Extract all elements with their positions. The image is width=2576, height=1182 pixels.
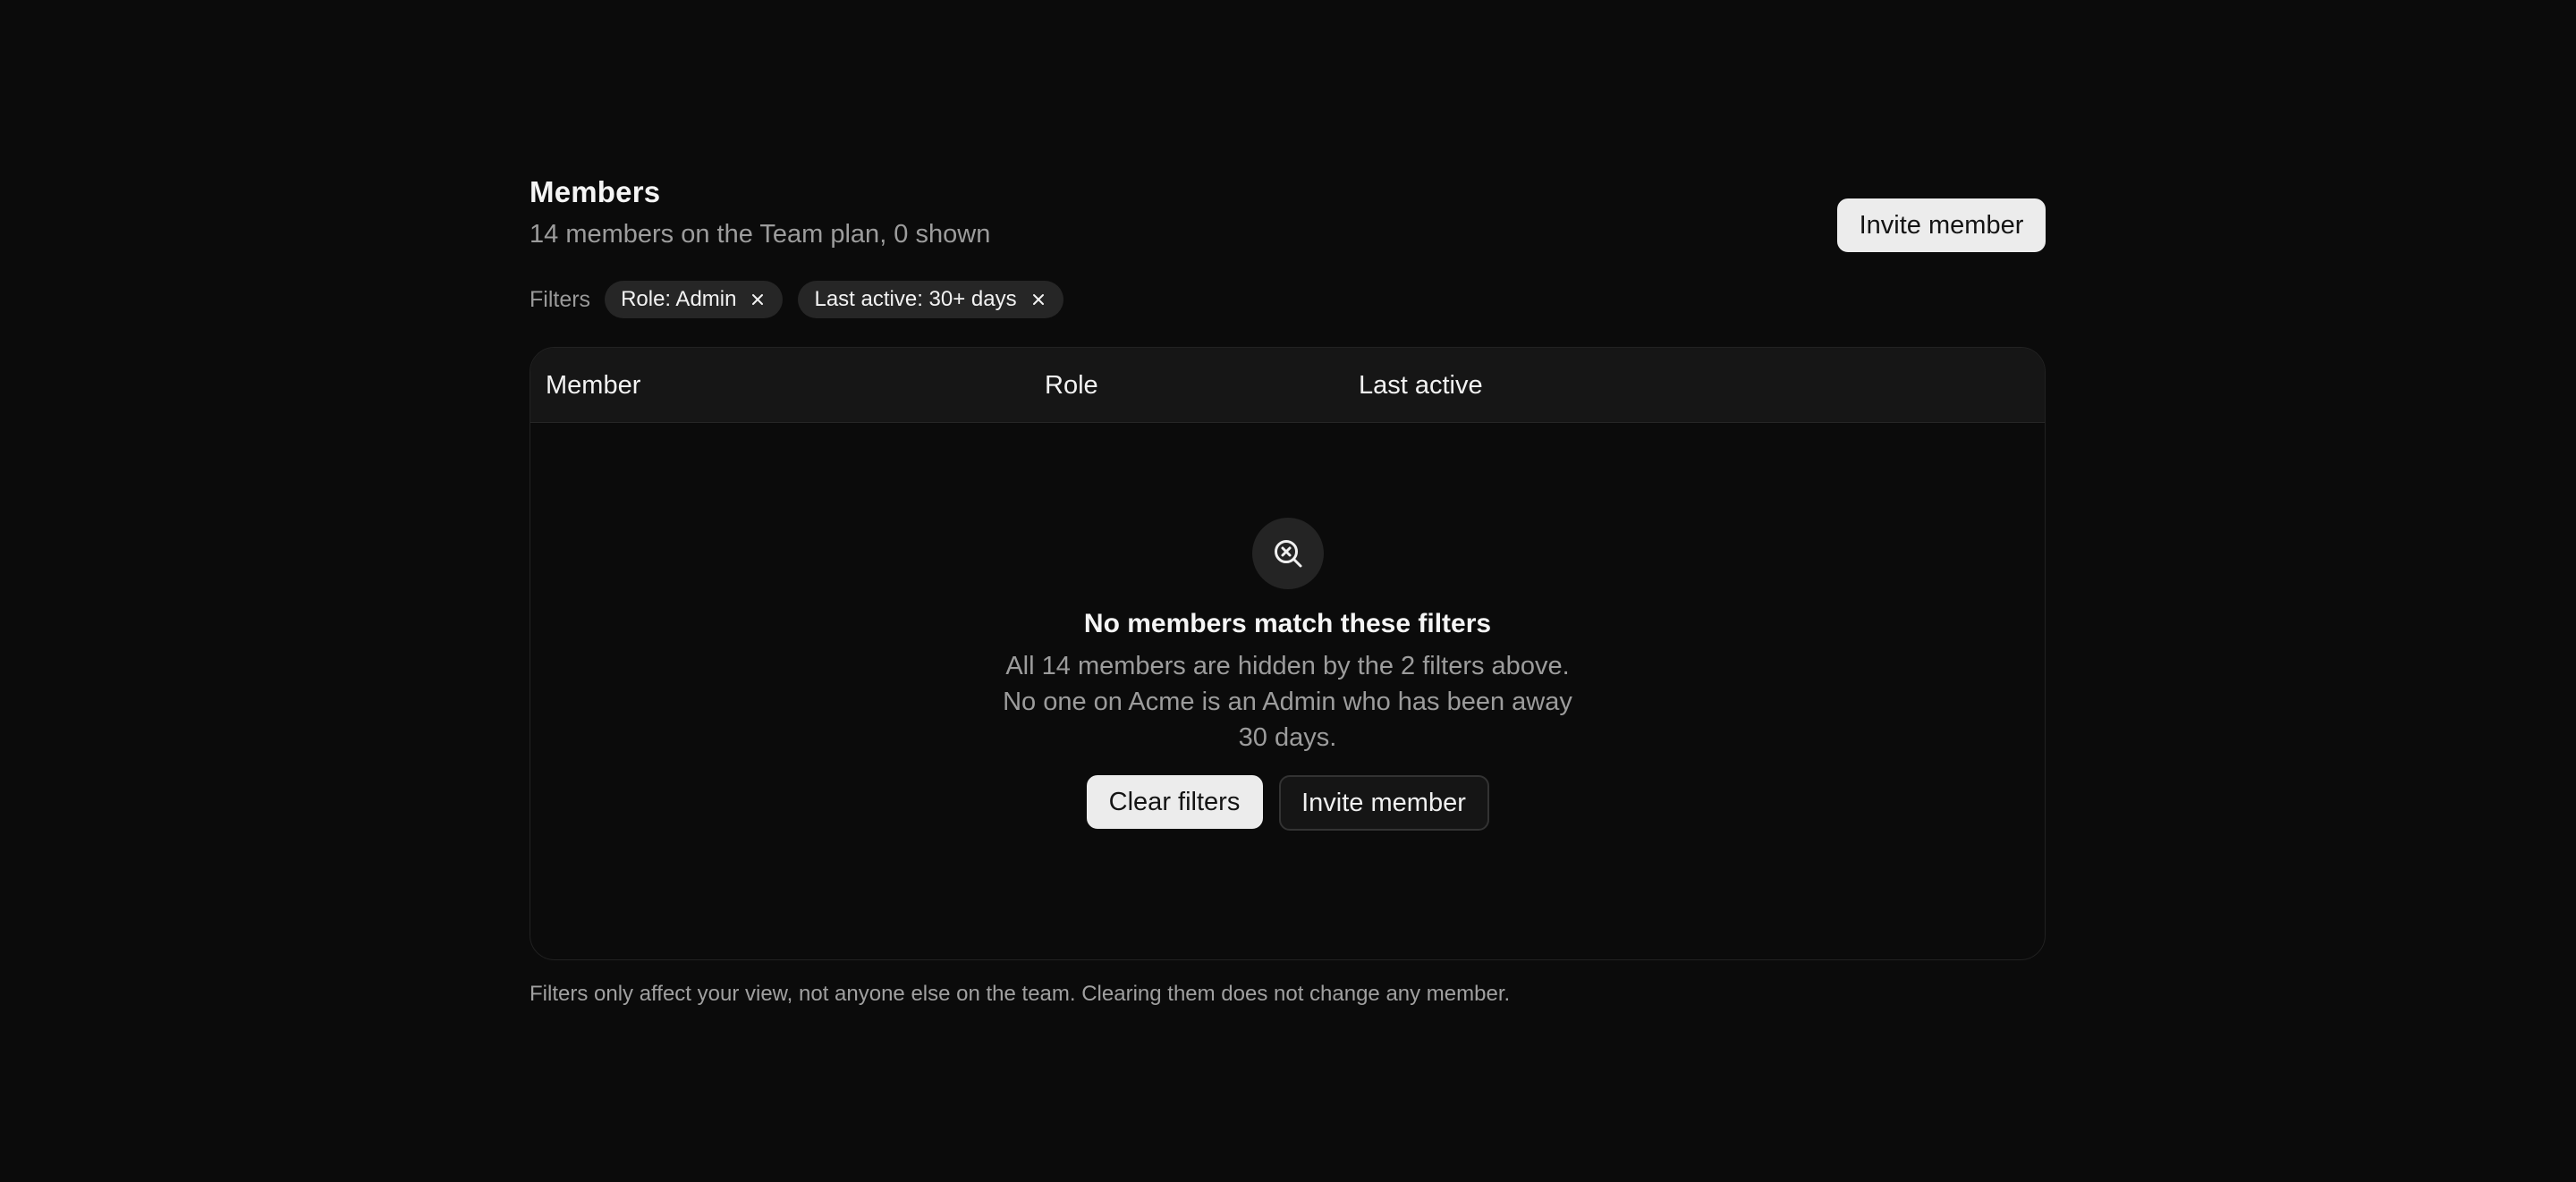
empty-state-actions: Clear filters Invite member (1086, 775, 1489, 831)
filter-chip-label: Role: Admin (621, 287, 737, 311)
filters-label: Filters (530, 286, 591, 312)
page-title: Members (530, 175, 661, 208)
filter-chip-label: Last active: 30+ days (814, 287, 1017, 311)
empty-state: No members match these filters All 14 me… (530, 518, 2045, 831)
filters-bar: Filters Role: Admin Last active: 30+ day… (530, 281, 1079, 318)
table-header: Member Role Last active (530, 348, 2045, 423)
clear-filters-button[interactable]: Clear filters (1086, 775, 1263, 829)
members-page: Members 14 members on the Team plan, 0 s… (530, 175, 2046, 1006)
empty-state-description: All 14 members are hidden by the 2 filte… (1003, 652, 1572, 752)
filter-chip-role[interactable]: Role: Admin (605, 281, 784, 318)
invite-member-secondary-button[interactable]: Invite member (1278, 775, 1489, 831)
members-table: Member Role Last active No members match… (530, 347, 2046, 960)
column-header-member[interactable]: Member (546, 348, 640, 423)
filters-footnote: Filters only affect your view, not anyon… (530, 982, 1511, 1006)
search-x-icon (1251, 518, 1324, 589)
filter-chip-last-active[interactable]: Last active: 30+ days (798, 281, 1063, 318)
invite-member-button[interactable]: Invite member (1837, 198, 2046, 252)
members-count-subtitle: 14 members on the Team plan, 0 shown (530, 220, 991, 249)
close-icon[interactable] (749, 291, 767, 308)
empty-state-title: No members match these filters (1083, 609, 1492, 638)
close-icon[interactable] (1030, 291, 1047, 308)
column-header-last-active[interactable]: Last active (1359, 348, 1483, 423)
column-header-role[interactable]: Role (1045, 348, 1098, 423)
page-header: Members 14 members on the Team plan, 0 s… (530, 175, 2046, 256)
